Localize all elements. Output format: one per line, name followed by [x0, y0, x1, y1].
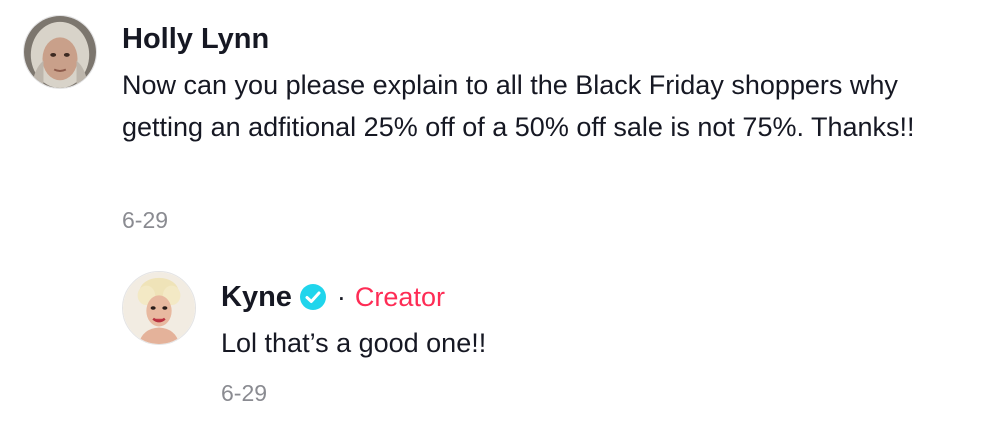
creator-badge: Creator	[354, 281, 445, 312]
separator-dot: ·	[336, 281, 346, 312]
creator-avatar[interactable]	[122, 271, 196, 345]
reply-date: 6-29	[221, 380, 268, 406]
comment-date: 6-29	[122, 207, 169, 233]
commenter-name[interactable]: Holly Lynn	[122, 22, 269, 56]
commenter-avatar[interactable]	[23, 15, 97, 89]
creator-avatar-photo	[123, 272, 195, 344]
user-avatar-photo	[24, 16, 96, 88]
comment-text: Now can you please explain to all the Bl…	[122, 70, 915, 142]
reply-header: Kyne · Creator	[221, 279, 445, 315]
creator-name[interactable]: Kyne	[221, 280, 292, 314]
reply-text: Lol that’s a good one!!	[221, 328, 487, 358]
verified-check-icon	[299, 283, 327, 311]
